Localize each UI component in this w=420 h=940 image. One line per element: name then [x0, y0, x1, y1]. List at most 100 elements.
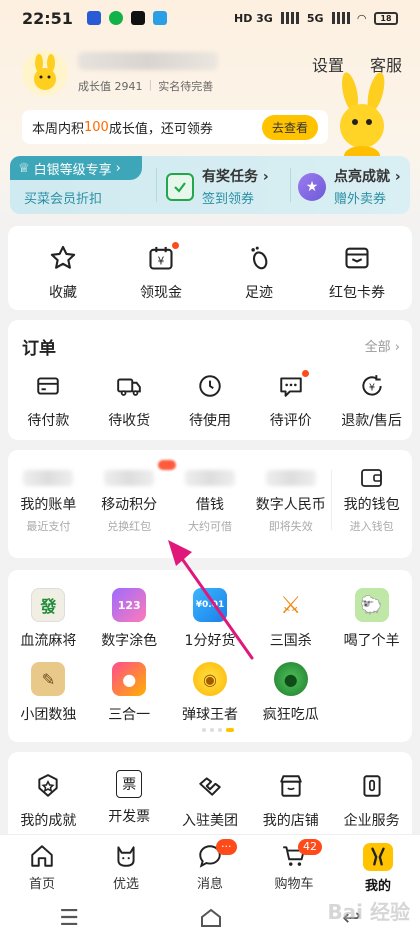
- member-discount[interactable]: 买菜会员折扣: [24, 188, 102, 207]
- member-level-tag[interactable]: ♕ 白银等级专享 ›: [10, 156, 142, 180]
- game-label: 数字涂色: [101, 633, 158, 649]
- coupons-label: 红包卡券: [329, 285, 385, 301]
- page-indicator: [202, 728, 234, 732]
- network-label: HD 3G: [233, 11, 273, 25]
- network-label-5g: 5G: [306, 11, 324, 25]
- game-item[interactable]: ¥0.01 1分好货: [170, 588, 251, 650]
- youxuan-icon: [117, 846, 135, 867]
- digital-rmb-button[interactable]: 数字人民币 即将失效: [250, 470, 331, 534]
- my-bill-button[interactable]: 我的账单 最近支付: [8, 470, 89, 534]
- signal-icon: [280, 12, 299, 24]
- notification-app-icon: [86, 11, 101, 25]
- crossed-swords-icon: ⚔: [280, 591, 302, 619]
- game-item[interactable]: 123 数字涂色: [89, 588, 170, 650]
- coupons-button[interactable]: 红包卡券: [308, 242, 406, 302]
- orders-all-label: 全部: [364, 340, 391, 355]
- realname-status[interactable]: 实名待完善: [158, 78, 213, 94]
- dice-icon: ●: [112, 662, 147, 696]
- view-button[interactable]: 去查看: [261, 114, 318, 140]
- points-blurred: [104, 470, 155, 486]
- svg-text:¥: ¥: [158, 255, 165, 267]
- join-meituan-label: 入驻美团: [181, 813, 238, 829]
- reward-task-entry[interactable]: 有奖任务 › 签到领券: [166, 166, 269, 207]
- chevron-right-icon: ›: [115, 160, 121, 176]
- digital-rmb-label: 数字人民币: [255, 497, 326, 513]
- pending-payment-button[interactable]: 待付款: [8, 370, 89, 430]
- promo-suffix: 成长值，还可领券: [108, 121, 213, 137]
- quick-actions-card: 收藏 ¥ 领现金 足迹 红包卡券: [8, 226, 412, 310]
- cart-badge: 42: [298, 839, 322, 855]
- bill-amount-blurred: [23, 470, 74, 486]
- page-dot: [218, 728, 222, 732]
- page-dot-active: [226, 728, 234, 732]
- orders-all-link[interactable]: 全部 ›: [365, 336, 400, 355]
- game-label: 喝了个羊: [343, 633, 400, 649]
- tiktok-icon: [130, 11, 145, 25]
- wallet-card-icon: [341, 242, 373, 274]
- borrow-button[interactable]: 借钱 大约可借: [170, 470, 251, 534]
- borrow-sub: 大约可借: [187, 520, 232, 533]
- pending-use-button[interactable]: 待使用: [170, 370, 251, 430]
- medal-icon: ★: [298, 172, 326, 201]
- avatar[interactable]: [22, 50, 68, 96]
- home-icon: [31, 845, 53, 867]
- menu-icon[interactable]: ☰: [59, 906, 79, 931]
- kangaroo-avatar-icon: [34, 54, 56, 90]
- game-item[interactable]: ⚔ 三国杀: [250, 588, 331, 650]
- member-card: ♕ 白银等级专享 › 买菜会员折扣 有奖任务 › 签到领券 ★ 点亮成就 › 赠…: [10, 156, 410, 214]
- profile-header[interactable]: 成长值 2941 | 实名待完善: [22, 50, 218, 96]
- game-label: 弹球王者: [181, 707, 238, 723]
- my-wallet-button[interactable]: 我的钱包 进入钱包: [331, 469, 412, 534]
- tab-cart-label: 购物车: [274, 877, 314, 892]
- game-item[interactable]: ✎ 小团数独: [8, 662, 89, 724]
- pending-review-button[interactable]: 待评价: [250, 370, 331, 430]
- number-paint-icon: 123: [112, 588, 147, 622]
- tab-youxuan[interactable]: 优选: [84, 835, 168, 896]
- achievement-entry[interactable]: ★ 点亮成就 › 赠外卖券: [298, 166, 401, 207]
- page-dot: [202, 728, 206, 732]
- status-app-icons: [86, 11, 167, 25]
- join-meituan-button[interactable]: 入驻美团: [170, 770, 251, 830]
- clock-icon: [194, 370, 226, 402]
- my-bill-label: 我的账单: [20, 497, 77, 513]
- game-item[interactable]: 發 血流麻将: [8, 588, 89, 650]
- home-nav-icon[interactable]: [198, 907, 224, 929]
- pending-delivery-button[interactable]: 待收货: [89, 370, 170, 430]
- favorites-button[interactable]: 收藏: [14, 242, 112, 302]
- separator: |: [148, 78, 153, 91]
- sudoku-icon: ✎: [31, 662, 66, 696]
- battery-icon: 18: [374, 11, 398, 25]
- tab-home[interactable]: 首页: [0, 835, 84, 896]
- growth-value[interactable]: 成长值 2941: [78, 78, 143, 94]
- game-item[interactable]: ● 疯狂吃瓜: [250, 662, 331, 724]
- game-item[interactable]: ◉ 弹球王者: [170, 662, 251, 724]
- orders-card: 订单 全部 › 待付款 待收货 待使用 待评价 ¥ 退款/售后: [8, 320, 412, 440]
- status-indicators: HD 3G 5G ◠ 18: [233, 11, 398, 25]
- watermelon-icon: ●: [273, 662, 308, 696]
- footprint-button[interactable]: 足迹: [210, 242, 308, 302]
- wallet-icon: [356, 469, 388, 487]
- game-label: 血流麻将: [20, 633, 77, 649]
- svg-text:¥: ¥: [368, 382, 374, 393]
- tab-cart[interactable]: 42 购物车: [252, 835, 336, 896]
- mine-icon: [363, 843, 393, 871]
- enterprise-service-button[interactable]: 企业服务: [331, 770, 412, 830]
- game-item[interactable]: ● 三合一: [89, 662, 170, 724]
- refund-button[interactable]: ¥ 退款/售后: [331, 370, 412, 430]
- tab-mine[interactable]: 我的: [336, 835, 420, 896]
- invoice-button[interactable]: 票 开发票: [89, 770, 170, 830]
- username-blurred: [78, 52, 218, 70]
- get-cash-button[interactable]: ¥ 领现金: [112, 242, 210, 302]
- my-store-button[interactable]: 我的店铺: [250, 770, 331, 830]
- tab-messages[interactable]: ··· 消息: [168, 835, 252, 896]
- mobile-points-button[interactable]: 移动积分 兑换红包: [89, 470, 170, 534]
- my-achievements-button[interactable]: 我的成就: [8, 770, 89, 830]
- games-card: 發 血流麻将 123 数字涂色 ¥0.01 1分好货 ⚔ 三国杀 🐑 喝了个羊 …: [8, 570, 412, 742]
- growth-promo-bar[interactable]: 本周内积 100 成长值，还可领券 去查看: [22, 110, 328, 144]
- game-item[interactable]: 🐑 喝了个羊: [331, 588, 412, 650]
- status-time: 22:51: [22, 8, 73, 28]
- footprint-icon: [243, 242, 275, 274]
- my-store-label: 我的店铺: [262, 813, 319, 829]
- borrow-amount-blurred: [184, 470, 235, 486]
- divider: [290, 168, 291, 202]
